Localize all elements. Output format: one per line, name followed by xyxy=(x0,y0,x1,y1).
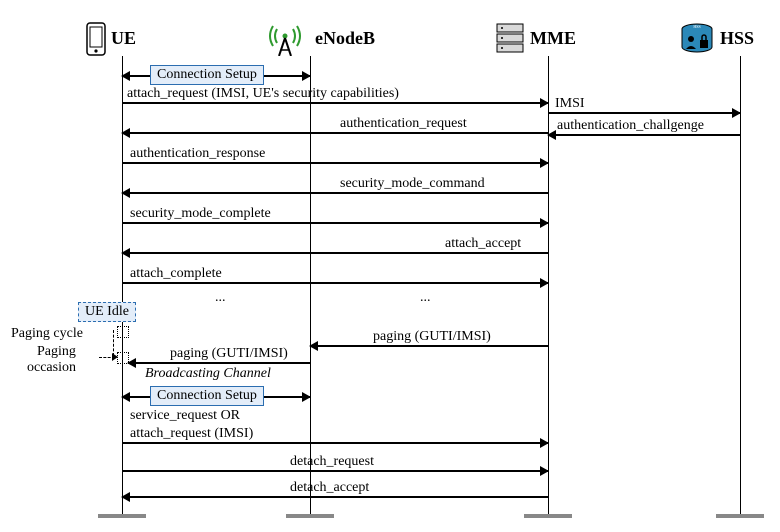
arrow-sec-mode-complete xyxy=(122,222,548,224)
arrow-sec-mode-cmd xyxy=(122,192,548,194)
actor-hss-label: HSS xyxy=(720,28,754,49)
phone-icon xyxy=(85,22,107,56)
connection-setup-box-1: Connection Setup xyxy=(150,65,264,85)
label-attach-complete: attach_complete xyxy=(130,266,222,282)
label-auth-response: authentication_response xyxy=(130,146,265,162)
server-icon xyxy=(495,22,525,54)
lifeline-foot xyxy=(716,514,764,518)
paging-dashed-arrow-head xyxy=(112,353,118,361)
label-broadcasting-channel: Broadcasting Channel xyxy=(145,366,271,382)
arrow-paging-enb-ue xyxy=(128,362,310,364)
label-detach-request: detach_request xyxy=(290,454,374,470)
label-attach-accept: attach_accept xyxy=(445,236,521,252)
ue-idle-box: UE Idle xyxy=(78,302,136,322)
arrow-detach-accept xyxy=(122,496,548,498)
hss-icon: HSS xyxy=(680,22,714,54)
lifeline-enodeb xyxy=(310,56,311,514)
label-attach-request: attach_request (IMSI, UE's security capa… xyxy=(127,86,399,102)
antenna-icon xyxy=(265,20,305,56)
arrow-auth-request xyxy=(122,132,548,134)
arrow-attach-accept xyxy=(122,252,548,254)
arrow-auth-response xyxy=(122,162,548,164)
label-sec-mode-complete: security_mode_complete xyxy=(130,206,271,222)
label-service-request: service_request OR xyxy=(130,408,240,424)
label-paging-cycle: Paging cycle xyxy=(11,326,83,342)
actor-enodeb-label: eNodeB xyxy=(315,28,375,49)
lifeline-foot xyxy=(98,514,146,518)
label-auth-challenge: authentication_challgenge xyxy=(557,118,704,134)
svg-text:HSS: HSS xyxy=(693,24,700,29)
lifeline-foot xyxy=(524,514,572,518)
lifeline-ue xyxy=(122,56,123,514)
lifeline-hss xyxy=(740,56,741,514)
arrow-detach-request xyxy=(122,470,548,472)
connection-setup-box-2: Connection Setup xyxy=(150,386,264,406)
label-attach-request-imsi: attach_request (IMSI) xyxy=(130,426,253,442)
paging-cycle-marker xyxy=(117,326,129,338)
label-paging-occasion-2: occasion xyxy=(27,360,76,376)
label-paging-mme-enb: paging (GUTI/IMSI) xyxy=(373,329,491,345)
arrow-service-or-attach xyxy=(122,442,548,444)
arrow-imsi xyxy=(548,112,740,114)
label-sec-mode-cmd: security_mode_command xyxy=(340,176,485,192)
sequence-diagram: HSS UE eNodeB MME HSS Connection Setup a… xyxy=(0,0,780,532)
arrow-attach-complete xyxy=(122,282,548,284)
arrow-auth-challenge xyxy=(548,134,740,136)
label-auth-request: authentication_request xyxy=(340,116,467,132)
lifeline-foot xyxy=(286,514,334,518)
label-imsi: IMSI xyxy=(555,96,585,112)
actor-mme-label: MME xyxy=(530,28,576,49)
ellipsis-2: ... xyxy=(420,290,431,306)
label-detach-accept: detach_accept xyxy=(290,480,369,496)
label-paging-occasion-1: Paging xyxy=(37,344,76,360)
actor-ue-label: UE xyxy=(111,28,136,49)
arrow-paging-mme-enb xyxy=(310,345,548,347)
ellipsis-1: ... xyxy=(215,290,226,306)
label-paging-enb-ue: paging (GUTI/IMSI) xyxy=(170,346,288,362)
arrow-attach-request xyxy=(122,102,548,104)
